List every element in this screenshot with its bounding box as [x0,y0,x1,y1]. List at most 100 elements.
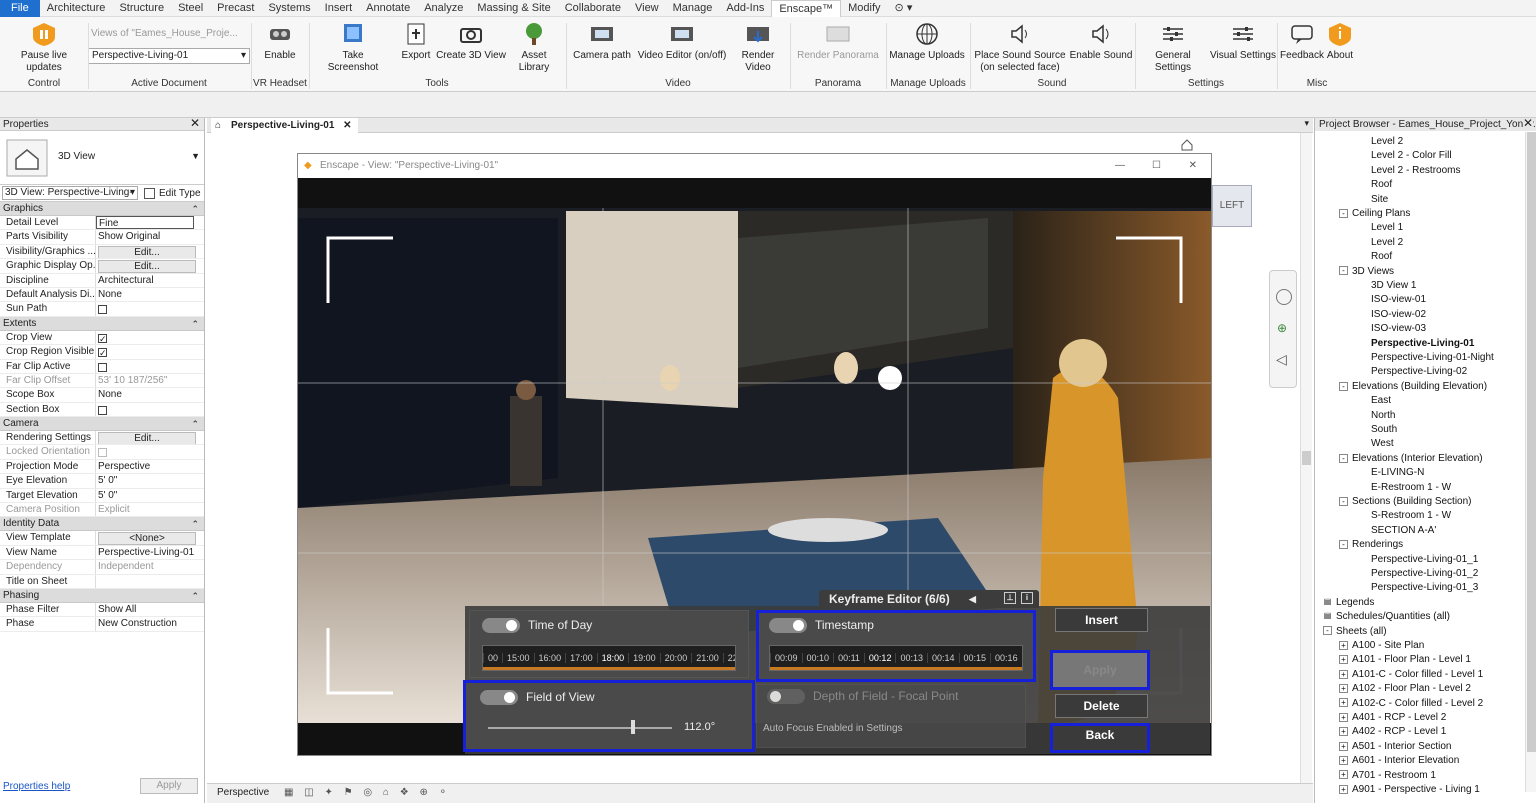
browser-item[interactable]: 3D View 1 [1371,280,1416,291]
collapse-icon[interactable]: - [1339,381,1348,391]
vertical-scrollbar[interactable] [1300,133,1312,783]
expand-icon[interactable]: + [1339,684,1348,694]
property-value[interactable]: None [96,288,204,301]
browser-item[interactable]: - Elevations (Interior Elevation) [1339,453,1483,464]
expand-icon[interactable]: + [1339,712,1348,722]
feedback-button[interactable]: Feedback [1280,21,1324,62]
browser-item[interactable]: + A701 - Restroom 1 [1339,770,1436,781]
property-value[interactable] [96,331,204,344]
browser-item[interactable]: - Sheets (all) [1323,626,1387,637]
collapse-icon[interactable]: ⌃ [191,202,199,216]
menu-item-systems[interactable]: Systems [261,0,317,17]
collapse-icon[interactable]: - [1339,496,1348,506]
scrollbar-thumb[interactable] [1302,451,1311,465]
property-value[interactable] [96,345,204,359]
property-value[interactable]: None [96,388,204,401]
menu-item-analyze[interactable]: Analyze [417,0,470,17]
edit-button[interactable]: Edit... [98,245,196,259]
property-value[interactable]: Edit... [96,431,204,445]
checkbox[interactable] [98,332,107,344]
close-icon[interactable]: ✕ [343,120,351,131]
browser-item[interactable]: Level 2 [1371,237,1403,248]
checkbox[interactable] [98,405,107,415]
collapse-icon[interactable]: - [1339,453,1348,463]
expand-icon[interactable]: + [1339,640,1348,650]
browser-item[interactable]: S-Restroom 1 - W [1371,510,1451,521]
browser-item[interactable]: South [1371,424,1397,435]
browser-scrollbar-thumb[interactable] [1527,132,1536,752]
fov-slider-handle[interactable] [631,720,635,734]
general-settings-button[interactable]: General Settings [1138,21,1208,74]
camera-path-button[interactable]: Camera path [572,21,632,62]
property-value[interactable]: Perspective [96,460,204,473]
menu-item-insert[interactable]: Insert [318,0,360,17]
time-of-day-toggle[interactable] [482,618,520,633]
property-value[interactable] [96,575,204,588]
expand-icon[interactable]: + [1339,770,1348,780]
insert-button[interactable]: Insert [1055,608,1148,632]
browser-item[interactable]: + A102 - Floor Plan - Level 2 [1339,683,1471,694]
collapse-icon[interactable]: - [1323,626,1332,636]
property-value[interactable]: Show All [96,603,204,616]
browser-item[interactable]: Roof [1371,251,1392,262]
viewcube[interactable]: LEFT [1212,185,1252,227]
render-panorama-button[interactable]: Render Panorama [796,21,880,62]
property-value[interactable] [96,302,204,315]
property-value[interactable]: 5' 0" [96,474,204,487]
time-of-day-timeline[interactable]: 0015:0016:0017:0018:0019:0020:0021:0022:… [482,645,736,671]
zoom-icon[interactable]: ⊕ [1277,321,1287,335]
property-value[interactable]: <None> [96,531,204,545]
close-icon[interactable]: ✕ [1189,154,1197,178]
browser-item[interactable]: - Elevations (Building Elevation) [1339,381,1487,392]
browser-item[interactable]: North [1371,410,1395,421]
menu-item-massing-site[interactable]: Massing & Site [470,0,557,17]
menu-item-enscape[interactable]: Enscape™ [771,0,842,17]
expand-icon[interactable]: + [1339,655,1348,665]
browser-item[interactable]: Level 2 - Color Fill [1371,150,1452,161]
visual-settings-button[interactable]: Visual Settings [1210,21,1276,62]
browser-item[interactable]: E-LIVING-N [1371,467,1424,478]
menu-item-[interactable]: ⊙ ▾ [888,0,920,17]
rendered-scene[interactable]: Keyframe Editor (6/6) ◀ ⊥ i Time of Day … [298,178,1211,755]
orbit-icon[interactable]: ◁ [1276,351,1287,368]
apply-button[interactable]: Apply [140,778,198,794]
browser-item[interactable]: Perspective-Living-02 [1371,366,1467,377]
schedule-icon[interactable]: ▤ [1323,597,1332,607]
view-type-select[interactable]: 3D View: Perspective-Living- ▾ [2,186,138,200]
section-camera[interactable]: Camera ⌃ [0,417,204,432]
menu-item-precast[interactable]: Precast [210,0,261,17]
menu-item-add-ins[interactable]: Add-Ins [719,0,771,17]
enable-vr-button[interactable]: Enable [258,21,302,62]
browser-item[interactable]: Perspective-Living-01-Night [1371,352,1494,363]
manage-uploads-button[interactable]: Manage Uploads [888,21,966,62]
browser-item[interactable]: ISO-view-01 [1371,294,1426,305]
browser-item[interactable]: West [1371,438,1394,449]
browser-item[interactable]: Perspective-Living-01_3 [1371,582,1478,593]
apply-keyframe-button[interactable]: Apply [1050,650,1150,690]
expand-icon[interactable]: + [1339,741,1348,751]
collapse-icon[interactable]: ⌃ [191,589,199,603]
video-editor-button[interactable]: Video Editor (on/off) [636,21,728,62]
browser-item[interactable]: - Renderings [1339,539,1403,550]
browser-item[interactable]: ▤ Legends [1323,597,1374,608]
browser-item[interactable]: + A102-C - Color filled - Level 2 [1339,698,1483,709]
maximize-icon[interactable]: ☐ [1152,154,1161,178]
close-icon[interactable]: ✕ [1522,118,1533,130]
properties-help-link[interactable]: Properties help [3,781,70,792]
property-value[interactable]: New Construction [96,617,204,630]
minimize-icon[interactable]: — [1115,154,1125,178]
browser-item[interactable]: + A601 - Interior Elevation [1339,755,1459,766]
collapse-icon[interactable]: - [1339,540,1348,550]
checkbox[interactable] [98,346,107,359]
browser-item[interactable]: Site [1371,194,1388,205]
close-icon[interactable]: ✕ [190,117,200,130]
create-3d-view-button[interactable]: Create 3D View [436,21,506,62]
field-of-view-toggle[interactable] [480,690,518,705]
browser-item[interactable]: + A402 - RCP - Level 1 [1339,726,1446,737]
checkbox[interactable] [98,448,107,458]
edit-button[interactable]: Edit... [98,260,196,273]
collapse-icon[interactable]: ⌃ [191,417,199,431]
property-value[interactable]: Edit... [96,245,204,259]
property-value[interactable]: Perspective-Living-01 [96,546,204,559]
property-value[interactable] [96,403,204,416]
